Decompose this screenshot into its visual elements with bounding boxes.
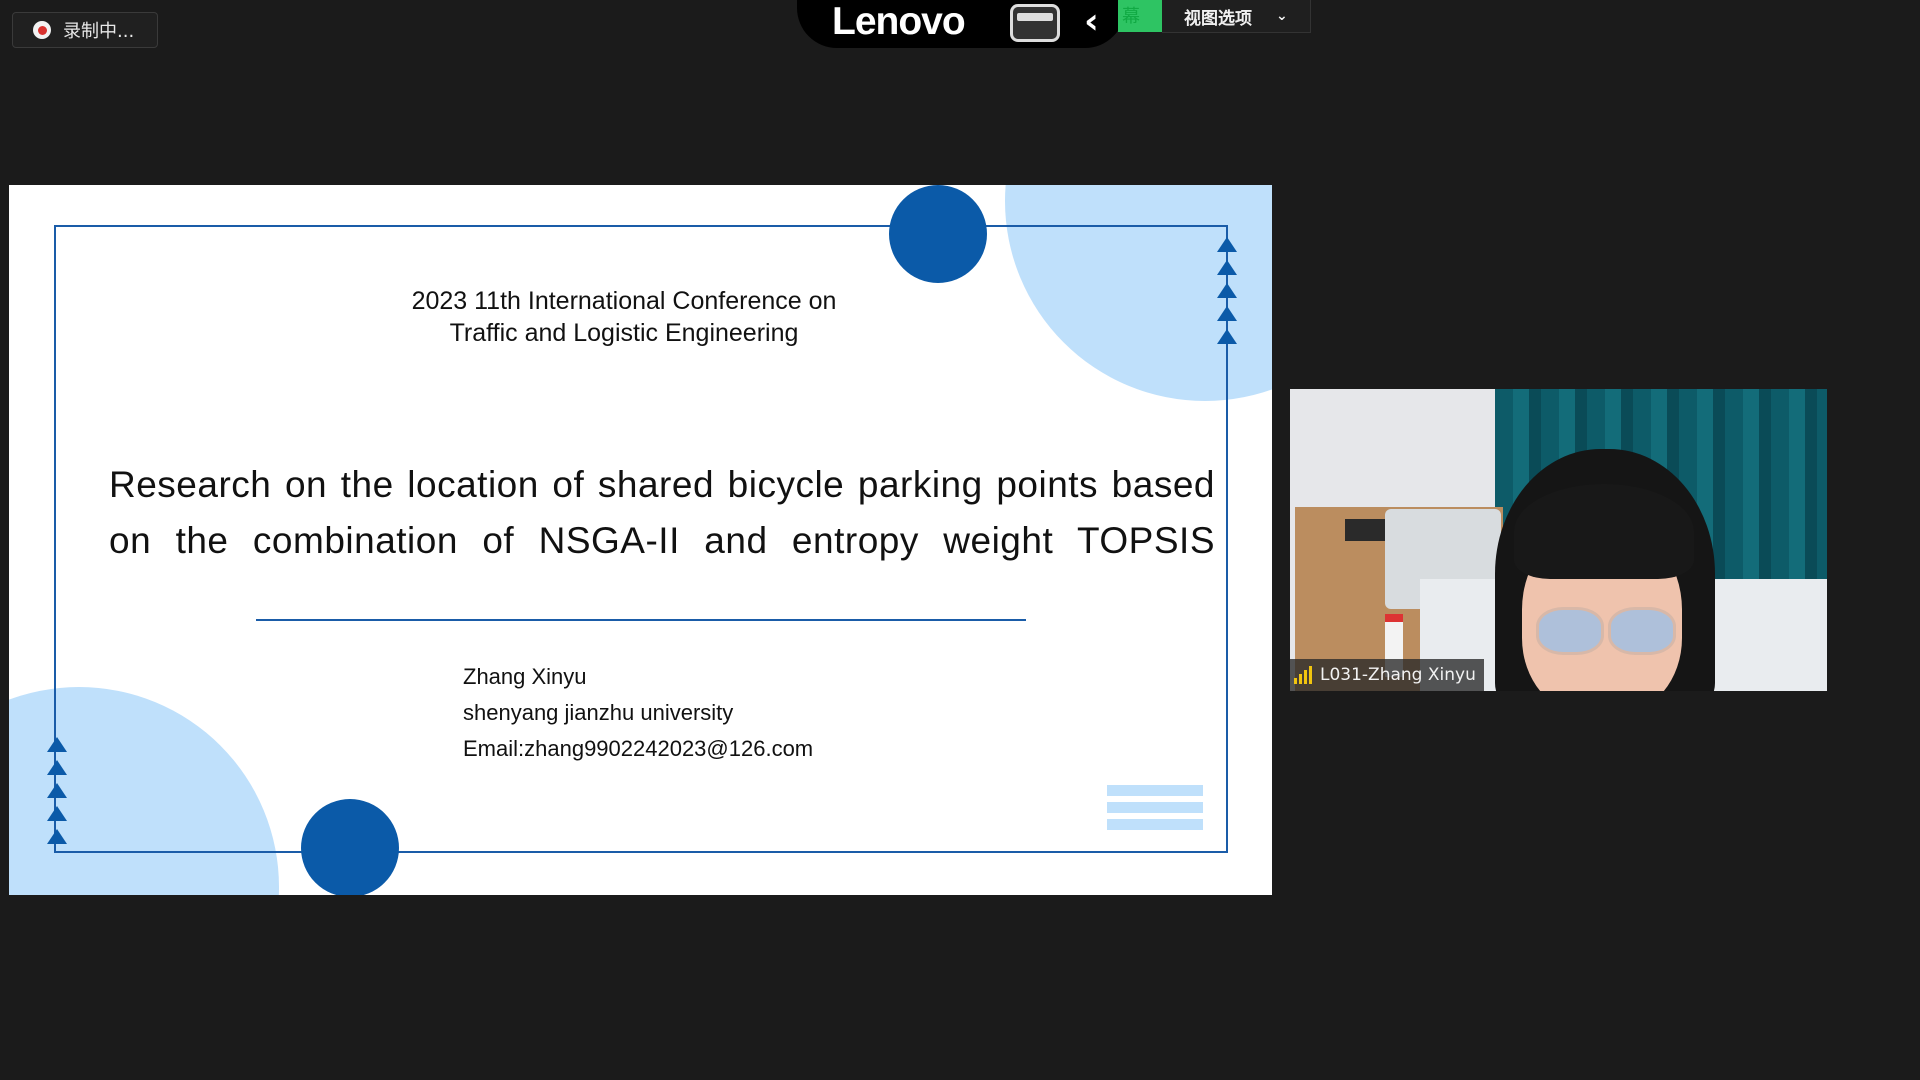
author-name: Zhang Xinyu [463, 664, 587, 689]
participant-fringe [1514, 484, 1694, 579]
shared-slide: 2023 11th International Conference on Tr… [9, 185, 1272, 895]
participant-glasses-left [1536, 607, 1604, 655]
decorative-circle-dark [301, 799, 399, 895]
recording-label: 录制中... [63, 21, 135, 42]
connection-signal-icon [1294, 666, 1312, 684]
collapse-toolbar-button[interactable]: ‹ [1084, 2, 1099, 42]
participant-name: L031-Zhang Xinyu [1320, 665, 1476, 685]
slide-title: Research on the location of shared bicyc… [109, 464, 1215, 561]
screen-share-icon[interactable] [1010, 4, 1060, 42]
decorative-circle-dark [889, 185, 987, 283]
chevron-down-icon: ⌄ [1276, 8, 1288, 24]
conference-line-2: Traffic and Logistic Engineering [449, 319, 799, 347]
author-info: Zhang Xinyu shenyang jianzhu university … [463, 659, 813, 767]
lenovo-logo: Lenovo [832, 0, 966, 43]
title-divider [256, 619, 1026, 621]
conference-title: 2023 11th International Conference on Tr… [9, 285, 1239, 349]
triangle-decoration [47, 737, 67, 844]
view-options-label: 视图选项 [1184, 8, 1252, 29]
participant-glasses-right [1608, 607, 1676, 655]
author-email: Email:zhang9902242023@126.com [463, 736, 814, 761]
share-screen-tab[interactable]: 幕 [1118, 0, 1162, 32]
participant-name-label: L031-Zhang Xinyu [1290, 659, 1484, 691]
recording-indicator[interactable]: 录制中... [12, 12, 158, 48]
video-wall-switch [1345, 519, 1385, 541]
conference-line-1: 2023 11th International Conference on [411, 287, 837, 315]
view-options-button[interactable]: 视图选项 ⌄ [1162, 0, 1311, 33]
stripe-decoration [1107, 785, 1203, 836]
record-icon [33, 21, 51, 39]
participant-video-tile[interactable]: L031-Zhang Xinyu [1290, 389, 1827, 691]
author-affiliation: shenyang jianzhu university [463, 700, 734, 725]
